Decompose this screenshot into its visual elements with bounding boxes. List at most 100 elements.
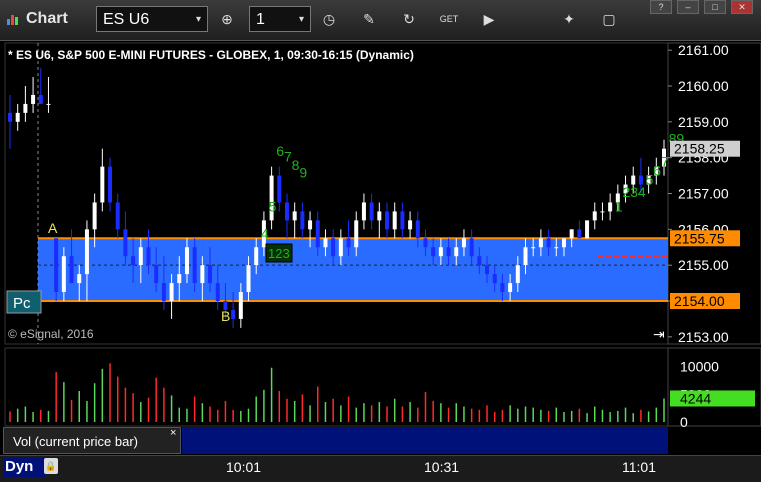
candle-body	[100, 166, 105, 203]
volume-label-strip	[182, 427, 668, 454]
candle-body	[177, 274, 182, 284]
candle-body	[138, 247, 143, 266]
candle-body	[492, 274, 497, 284]
candle-body	[600, 211, 605, 213]
y-tick-label: 2157.00	[678, 186, 729, 202]
candle-body	[361, 202, 366, 221]
candle-body	[15, 112, 20, 122]
close-icon[interactable]: ×	[170, 427, 176, 439]
candle-body	[131, 256, 136, 266]
candle-body	[108, 166, 113, 203]
y-tick-label: 2159.00	[678, 114, 729, 130]
candle-body	[577, 229, 582, 239]
candle-body	[408, 220, 413, 230]
candle-body	[208, 265, 213, 284]
candle-body	[77, 274, 82, 284]
candle-body	[69, 256, 74, 284]
candle-body	[500, 283, 505, 293]
scroll-to-end-icon: ⇥	[653, 327, 665, 343]
price-marker-label: 2154.00	[674, 293, 725, 309]
pc-label: Pc	[13, 295, 31, 312]
candle-body	[531, 247, 536, 249]
candle-body	[561, 238, 566, 248]
price-band	[38, 238, 668, 301]
candle-body	[392, 211, 397, 230]
candle-body	[608, 202, 613, 212]
candle-body	[184, 247, 189, 275]
candle-body	[192, 247, 197, 284]
candle-body	[592, 211, 597, 221]
candle-body	[300, 211, 305, 230]
label-a: A	[48, 220, 58, 236]
candle-body	[423, 238, 428, 248]
candle-body	[246, 265, 251, 293]
candle-body	[8, 112, 12, 122]
candle-body	[123, 229, 128, 257]
candle-body	[200, 265, 205, 284]
candle-body	[315, 220, 320, 248]
y-tick-label: 2155.00	[678, 257, 729, 273]
count-label: 7	[661, 154, 669, 170]
price-chart[interactable]: 6 78 95412 3 45678 9123ABPc⇥2161.002160.00215…	[0, 0, 761, 481]
candle-body	[346, 238, 351, 248]
volume-tick-label: 10000	[680, 359, 719, 375]
candle-body	[38, 94, 43, 104]
candle-body	[215, 283, 220, 301]
count-label: 1	[615, 198, 623, 214]
count-label: 4	[261, 225, 269, 241]
candle-body	[31, 94, 36, 104]
candle-body	[292, 211, 297, 221]
dynamic-button[interactable]: Dyn	[3, 457, 45, 477]
price-marker-label: 2155.75	[674, 230, 725, 246]
candle-body	[508, 283, 513, 293]
candle-body	[92, 202, 97, 230]
candle-body	[477, 256, 482, 266]
y-tick-label: 2160.00	[678, 78, 729, 94]
chart-title: * ES U6, S&P 500 E-MINI FUTURES - GLOBEX…	[8, 48, 414, 62]
candle-body	[438, 247, 443, 257]
candle-body	[331, 238, 336, 257]
label-b: B	[221, 308, 230, 324]
candle-body	[538, 238, 543, 248]
candle-body	[61, 256, 66, 293]
candle-body	[277, 175, 282, 203]
candle-body	[169, 283, 174, 301]
candle-body	[569, 229, 574, 239]
candle-body	[585, 220, 590, 239]
count-label: 9	[299, 164, 307, 180]
candle-body	[546, 238, 551, 248]
candle-body	[284, 202, 289, 221]
copyright-text: © eSignal, 2016	[8, 327, 94, 341]
candle-body	[115, 202, 120, 230]
candle-body	[231, 309, 236, 319]
candle-body	[377, 211, 382, 221]
x-tick-label: 10:31	[424, 459, 460, 475]
candle-body	[354, 220, 359, 248]
candle-body	[454, 247, 459, 257]
candle-body	[400, 211, 405, 230]
candle-body	[154, 265, 159, 284]
candle-body	[554, 247, 559, 249]
candle-body	[523, 247, 528, 266]
candle-body	[469, 238, 474, 257]
candle-body	[146, 247, 151, 266]
candle-body	[308, 220, 313, 230]
candle-body	[161, 283, 166, 301]
candle-body	[323, 238, 328, 248]
lock-icon[interactable]: 🔒	[44, 458, 58, 474]
candle-body	[84, 229, 89, 275]
price-marker-label: 2158.25	[674, 141, 725, 157]
volume-study-label[interactable]: Vol (current price bar)	[3, 427, 181, 454]
candle-body	[238, 292, 243, 319]
candle-body	[461, 238, 466, 248]
candle-body	[446, 247, 451, 257]
candle-body	[338, 238, 343, 257]
candle-body	[485, 265, 490, 275]
candle-body	[369, 202, 374, 221]
candle-body	[385, 211, 390, 230]
x-tick-label: 10:01	[226, 459, 262, 475]
count-box-label: 123	[268, 246, 290, 261]
y-tick-label: 2161.00	[678, 42, 729, 58]
candle-body	[254, 247, 259, 266]
candle-body	[515, 265, 520, 284]
